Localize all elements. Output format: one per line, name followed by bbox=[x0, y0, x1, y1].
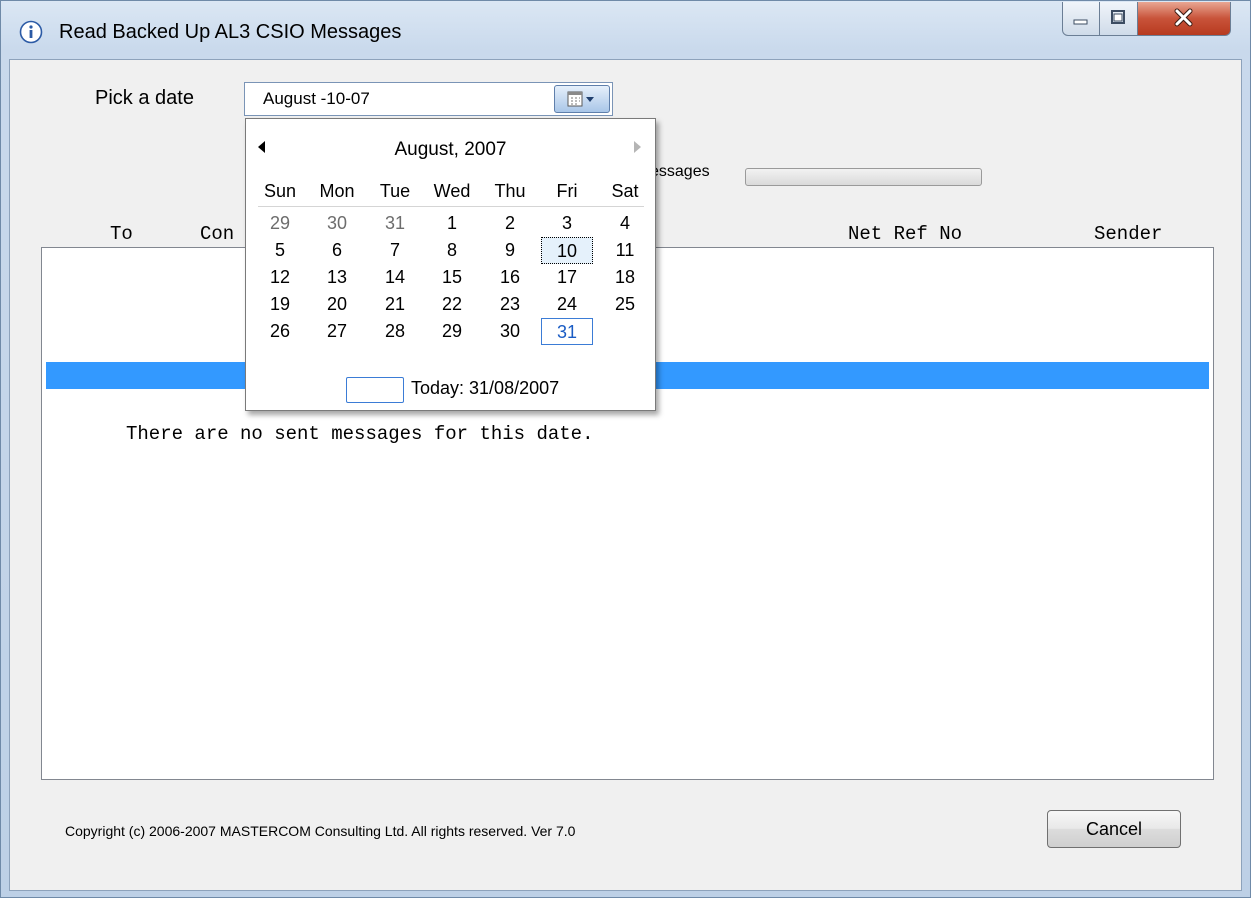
calendar-day[interactable]: 8 bbox=[426, 237, 478, 264]
info-icon bbox=[19, 20, 43, 44]
day-name: Thu bbox=[494, 181, 526, 201]
divider bbox=[258, 206, 644, 207]
today-marker[interactable] bbox=[346, 377, 404, 403]
calendar-day[interactable]: 27 bbox=[311, 318, 363, 345]
calendar-day[interactable]: 20 bbox=[311, 291, 363, 318]
day-name: Sat bbox=[611, 181, 639, 201]
calendar-day[interactable]: 11 bbox=[599, 237, 651, 264]
calendar-day[interactable]: 24 bbox=[541, 291, 593, 318]
calendar-month-title[interactable]: August, 2007 bbox=[246, 139, 655, 161]
day-name: Wed bbox=[433, 181, 471, 201]
calendar-day[interactable]: 2 bbox=[484, 210, 536, 237]
calendar-day[interactable]: 31 bbox=[369, 210, 421, 237]
column-header-to[interactable]: To bbox=[110, 223, 133, 245]
date-value: August -10-07 bbox=[263, 89, 370, 108]
calendar-day[interactable]: 22 bbox=[426, 291, 478, 318]
calendar-day[interactable]: 21 bbox=[369, 291, 421, 318]
maximize-icon bbox=[1111, 10, 1125, 24]
day-name: Sun bbox=[263, 181, 297, 201]
pick-date-label: Pick a date bbox=[95, 87, 194, 109]
calendar-popup: August, 2007 Sun Mon Tue Wed Thu Fri Sat… bbox=[245, 118, 656, 411]
calendar-day[interactable]: 30 bbox=[311, 210, 363, 237]
calendar-day[interactable]: 3 bbox=[541, 210, 593, 237]
calendar-day[interactable]: 18 bbox=[599, 264, 651, 291]
day-name: Fri bbox=[556, 181, 578, 201]
minimize-icon bbox=[1073, 19, 1088, 25]
calendar-day[interactable]: 12 bbox=[254, 264, 306, 291]
progress-bar bbox=[745, 168, 982, 186]
maximize-button[interactable] bbox=[1100, 2, 1138, 36]
date-picker[interactable]: August -10-07 bbox=[244, 82, 613, 116]
calendar-day[interactable]: 5 bbox=[254, 237, 306, 264]
close-button[interactable] bbox=[1138, 2, 1231, 36]
calendar-day[interactable]: 28 bbox=[369, 318, 421, 345]
calendar-day[interactable]: 31 bbox=[541, 318, 593, 345]
calendar-day[interactable]: 19 bbox=[254, 291, 306, 318]
next-month-icon[interactable] bbox=[634, 141, 641, 153]
calendar-day[interactable]: 25 bbox=[599, 291, 651, 318]
calendar-icon bbox=[567, 91, 594, 107]
calendar-day[interactable]: 9 bbox=[484, 237, 536, 264]
calendar-day[interactable]: 7 bbox=[369, 237, 421, 264]
copyright-text: Copyright (c) 2006-2007 MASTERCOM Consul… bbox=[65, 823, 576, 839]
calendar-day[interactable]: 4 bbox=[599, 210, 651, 237]
calendar-day[interactable]: 29 bbox=[254, 210, 306, 237]
calendar-day[interactable]: 14 bbox=[369, 264, 421, 291]
calendar-day[interactable]: 26 bbox=[254, 318, 306, 345]
messages-progress-label: essages bbox=[650, 163, 710, 180]
empty-message: There are no sent messages for this date… bbox=[126, 423, 594, 445]
column-header-net-ref-no[interactable]: Net Ref No bbox=[848, 223, 962, 245]
cancel-button[interactable]: Cancel bbox=[1047, 810, 1181, 848]
today-link[interactable]: Today: 31/08/2007 bbox=[411, 378, 559, 399]
calendar-day[interactable]: 30 bbox=[484, 318, 536, 345]
calendar-day[interactable]: 1 bbox=[426, 210, 478, 237]
calendar-day[interactable]: 10 bbox=[541, 237, 593, 264]
chevron-down-icon bbox=[586, 97, 594, 102]
day-name: Mon bbox=[319, 181, 355, 201]
close-icon bbox=[1174, 8, 1193, 27]
calendar-day[interactable]: 15 bbox=[426, 264, 478, 291]
calendar-day[interactable]: 23 bbox=[484, 291, 536, 318]
calendar-day[interactable]: 29 bbox=[426, 318, 478, 345]
window-title: Read Backed Up AL3 CSIO Messages bbox=[59, 21, 402, 43]
calendar-day[interactable]: 17 bbox=[541, 264, 593, 291]
day-name: Tue bbox=[379, 181, 411, 201]
column-header-sender[interactable]: Sender bbox=[1094, 223, 1162, 245]
calendar-dropdown-button[interactable] bbox=[554, 85, 610, 113]
column-header-cont[interactable]: Con bbox=[200, 223, 234, 245]
minimize-button[interactable] bbox=[1062, 2, 1100, 36]
calendar-day[interactable]: 16 bbox=[484, 264, 536, 291]
calendar-day[interactable]: 6 bbox=[311, 237, 363, 264]
calendar-day[interactable]: 13 bbox=[311, 264, 363, 291]
title-bar[interactable]: Read Backed Up AL3 CSIO Messages bbox=[1, 1, 1250, 59]
